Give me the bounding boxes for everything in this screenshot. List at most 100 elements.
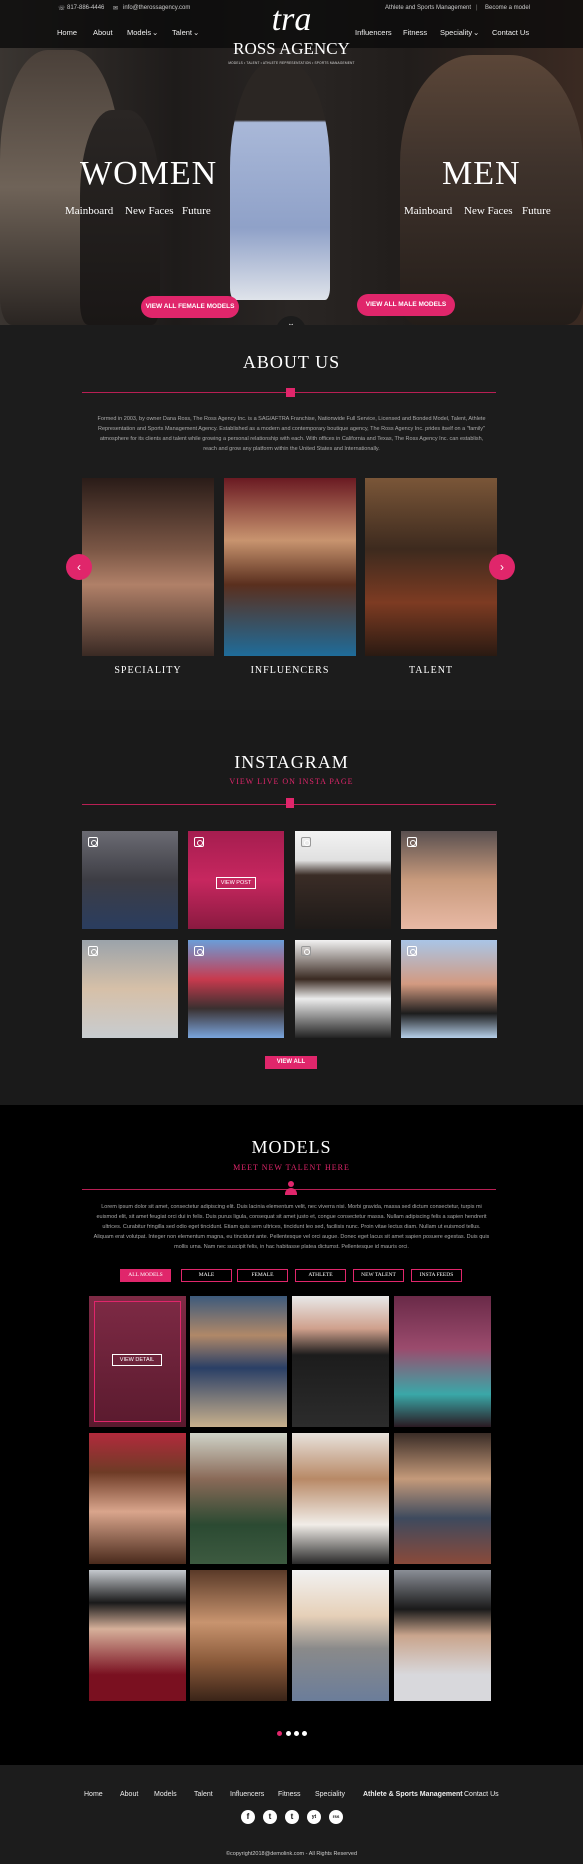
pagination-dot[interactable] xyxy=(294,1731,299,1736)
footer-nav-about[interactable]: About xyxy=(120,1791,138,1798)
about-text-line: Representation and Sports Management Age… xyxy=(98,426,485,432)
card-talent-label[interactable]: TALENT xyxy=(365,665,497,676)
card-influencers-photo[interactable] xyxy=(224,478,356,656)
footer-nav-contact[interactable]: Contact Us xyxy=(464,1791,499,1798)
insta-post[interactable]: VIEW POST xyxy=(188,831,284,929)
model-card[interactable] xyxy=(89,1570,186,1701)
card-talent-photo[interactable] xyxy=(365,478,497,656)
twitter-icon[interactable]: t xyxy=(263,1810,277,1824)
become-model-link[interactable]: Become a model xyxy=(485,5,530,11)
footer-nav-speciality[interactable]: Speciality xyxy=(315,1791,345,1798)
pagination-dot-active[interactable] xyxy=(277,1731,282,1736)
models-subtitle: MEET NEW TALENT HERE xyxy=(233,1163,350,1172)
nav-speciality[interactable]: Speciality xyxy=(440,28,472,37)
women-mainboard-link[interactable]: Mainboard xyxy=(65,205,113,217)
men-new-faces-link[interactable]: New Faces xyxy=(464,205,513,217)
view-detail-button[interactable]: VIEW DETAIL xyxy=(112,1354,162,1366)
hero-photo-woman-left xyxy=(80,110,160,325)
women-new-faces-link[interactable]: New Faces xyxy=(125,205,174,217)
women-title: WOMEN xyxy=(80,155,218,192)
model-card[interactable] xyxy=(190,1570,287,1701)
tumblr-icon[interactable]: t xyxy=(285,1810,299,1824)
models-text-line: euismod elit, sit amet feugiat orci dui … xyxy=(96,1214,487,1220)
view-post-button[interactable]: VIEW POST xyxy=(216,877,256,889)
nav-about[interactable]: About xyxy=(93,28,113,37)
model-card[interactable] xyxy=(89,1433,186,1564)
chevron-down-icon: ⌄ xyxy=(193,28,200,37)
logo-mark: tra xyxy=(271,1,312,38)
model-card[interactable] xyxy=(292,1570,389,1701)
instagram-title: INSTAGRAM xyxy=(234,752,349,772)
model-card[interactable] xyxy=(190,1433,287,1564)
footer-nav-fitness[interactable]: Fitness xyxy=(278,1791,301,1798)
nav-fitness[interactable]: Fitness xyxy=(403,28,427,37)
instagram-icon xyxy=(194,946,204,956)
filter-athlete[interactable]: ATHLETE xyxy=(295,1269,346,1282)
insta-post[interactable] xyxy=(82,831,178,929)
footer-nav-athlete[interactable]: Athlete & Sports Management xyxy=(363,1791,463,1798)
square-icon xyxy=(286,388,295,397)
chevron-right-icon: › xyxy=(500,560,504,574)
insta-post[interactable] xyxy=(401,831,497,929)
filter-male[interactable]: MALE xyxy=(181,1269,232,1282)
card-influencers-label[interactable]: INFLUENCERS xyxy=(224,665,356,676)
model-card[interactable] xyxy=(394,1570,491,1701)
men-future-link[interactable]: Future xyxy=(522,205,551,217)
filter-new-talent[interactable]: NEW TALENT xyxy=(353,1269,404,1282)
nav-home[interactable]: Home xyxy=(57,28,77,37)
insta-post[interactable] xyxy=(401,940,497,1038)
youtube-icon[interactable]: yt xyxy=(307,1810,321,1824)
filter-insta-feeds[interactable]: INSTA FEEDS xyxy=(411,1269,462,1282)
about-title: ABOUT US xyxy=(242,352,341,372)
athlete-management-link[interactable]: Athlete and Sports Management xyxy=(385,5,471,11)
footer-nav-home[interactable]: Home xyxy=(84,1791,103,1798)
insta-post[interactable] xyxy=(188,940,284,1038)
logo-name: ROSS AGENCY xyxy=(233,39,350,58)
footer-nav-influencers[interactable]: Influencers xyxy=(230,1791,264,1798)
card-speciality-photo[interactable] xyxy=(82,478,214,656)
nav-talent[interactable]: Talent xyxy=(172,28,192,37)
model-card[interactable]: VIEW DETAIL xyxy=(89,1296,186,1427)
about-text-line: atmosphere for its clients and talent wh… xyxy=(99,436,484,442)
email-link[interactable]: info@therossagency.com xyxy=(123,5,190,11)
instagram-icon xyxy=(301,837,311,847)
view-male-models-button[interactable]: VIEW ALL MALE MODELS xyxy=(357,294,455,316)
divider: | xyxy=(476,5,478,11)
carousel-prev-button[interactable]: ‹ xyxy=(66,554,92,580)
facebook-icon[interactable]: f xyxy=(241,1810,255,1824)
phone-number[interactable]: 817-886-4446 xyxy=(67,5,104,11)
footer-nav-models[interactable]: Models xyxy=(154,1791,177,1798)
instagram-view-all-button[interactable]: VIEW ALL xyxy=(265,1056,317,1069)
model-card[interactable] xyxy=(394,1433,491,1564)
filter-all-models[interactable]: ALL MODELS xyxy=(120,1269,171,1282)
instagram-icon xyxy=(88,946,98,956)
card-speciality-label[interactable]: SPECIALITY xyxy=(82,665,214,676)
filter-female[interactable]: FEMALE xyxy=(237,1269,288,1282)
insta-post[interactable] xyxy=(82,940,178,1038)
chevron-down-icon: ⌄ xyxy=(473,28,480,37)
instagram-subtitle[interactable]: VIEW LIVE ON INSTA PAGE xyxy=(0,777,583,786)
mail-icon: ✉ xyxy=(113,6,119,12)
women-future-link[interactable]: Future xyxy=(182,205,211,217)
instagram-icon xyxy=(407,837,417,847)
model-card[interactable] xyxy=(394,1296,491,1427)
insta-post[interactable] xyxy=(295,940,391,1038)
instagram-icon xyxy=(301,946,311,956)
nav-contact[interactable]: Contact Us xyxy=(492,28,529,37)
carousel-next-button[interactable]: › xyxy=(489,554,515,580)
bookmark-icon xyxy=(286,798,294,808)
logo[interactable]: tra ROSS AGENCY MODELS • TALENT • ATHLET… xyxy=(210,0,373,78)
men-mainboard-link[interactable]: Mainboard xyxy=(404,205,452,217)
view-female-models-button[interactable]: VIEW ALL FEMALE MODELS xyxy=(141,296,239,318)
phone-icon: ☏ xyxy=(58,6,66,12)
pagination-dot[interactable] xyxy=(302,1731,307,1736)
pagination-dot[interactable] xyxy=(286,1731,291,1736)
model-card[interactable] xyxy=(190,1296,287,1427)
nav-models[interactable]: Models xyxy=(127,28,151,37)
insta-post[interactable] xyxy=(295,831,391,929)
footer-nav-talent[interactable]: Talent xyxy=(194,1791,213,1798)
model-card[interactable] xyxy=(292,1296,389,1427)
model-card[interactable] xyxy=(292,1433,389,1564)
models-text-line: ultrices. Curabitur fringilla sed odio e… xyxy=(102,1224,481,1230)
rss-icon[interactable]: rss xyxy=(329,1810,343,1824)
